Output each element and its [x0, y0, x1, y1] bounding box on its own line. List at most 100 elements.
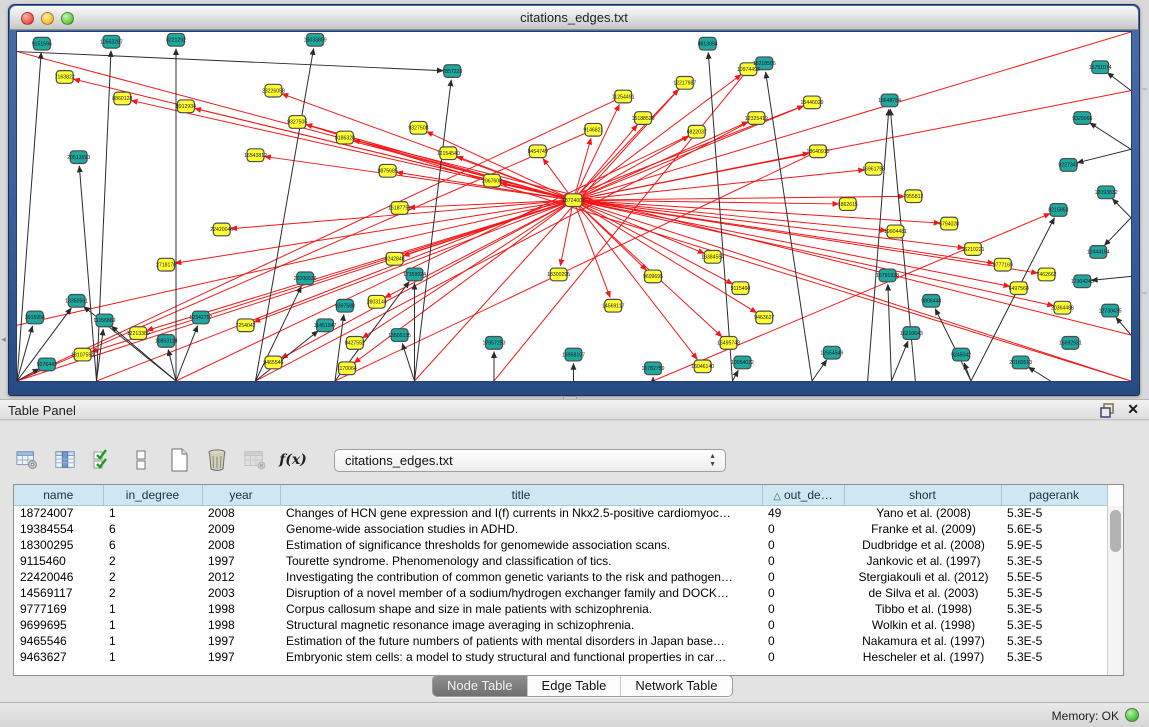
table-cell[interactable]: 5.3E-5 [1001, 553, 1107, 569]
table-row[interactable]: 946362711997Embryonic stem cells: a mode… [14, 649, 1107, 665]
table-cell[interactable]: 5.3E-5 [1001, 505, 1107, 521]
table-cell[interactable]: Dudbridge et al. (2008) [844, 537, 1001, 553]
table-cell[interactable]: 9699695 [14, 617, 103, 633]
table-row[interactable]: 946554611997Estimation of the future num… [14, 633, 1107, 649]
delete-table-icon[interactable] [242, 447, 268, 473]
table-cell[interactable]: 5.3E-5 [1001, 633, 1107, 649]
table-cell[interactable]: 9463627 [14, 649, 103, 665]
network-canvas[interactable]: 1872400771638228860128891293423226058932… [16, 31, 1132, 382]
table-cell[interactable]: 5.3E-5 [1001, 601, 1107, 617]
table-cell[interactable]: Tourette syndrome. Phenomenology and cla… [280, 553, 762, 569]
network-window-titlebar[interactable]: citations_edges.txt [10, 6, 1138, 30]
table-row[interactable]: 1456911722003Disruption of a novel membe… [14, 585, 1107, 601]
table-cell[interactable]: 1 [103, 633, 202, 649]
table-scrollbar[interactable] [1107, 506, 1123, 675]
table-cell[interactable]: 1997 [202, 553, 280, 569]
column-visibility-icon[interactable] [52, 447, 78, 473]
table-row[interactable]: 969969511998Structural magnetic resonanc… [14, 617, 1107, 633]
table-cell[interactable]: 2 [103, 585, 202, 601]
table-cell[interactable]: 0 [762, 521, 844, 537]
collapse-panel-arrow-icon[interactable]: ◂ [0, 333, 7, 345]
column-header-year[interactable]: year [202, 485, 280, 505]
table-cell[interactable]: Estimation of the future numbers of pati… [280, 633, 762, 649]
table-cell[interactable]: 1997 [202, 633, 280, 649]
close-panel-icon[interactable]: ✕ [1127, 401, 1139, 418]
column-header-name[interactable]: name [14, 485, 103, 505]
table-cell[interactable]: Genome-wide association studies in ADHD. [280, 521, 762, 537]
table-cell[interactable]: Structural magnetic resonance image aver… [280, 617, 762, 633]
table-cell[interactable]: 18300295 [14, 537, 103, 553]
table-cell[interactable]: 2009 [202, 521, 280, 537]
table-selector-dropdown[interactable]: citations_edges.txt ▲▼ [334, 449, 726, 472]
table-row[interactable]: 1938455462009Genome-wide association stu… [14, 521, 1107, 537]
table-cell[interactable]: 0 [762, 569, 844, 585]
table-cell[interactable]: 2008 [202, 537, 280, 553]
delete-column-icon[interactable] [204, 447, 230, 473]
table-cell[interactable]: Hescheler et al. (1997) [844, 649, 1001, 665]
table-cell[interactable]: 1997 [202, 649, 280, 665]
column-header-title[interactable]: title [280, 485, 762, 505]
table-cell[interactable]: 9115460 [14, 553, 103, 569]
table-cell[interactable]: Nakamura et al. (1997) [844, 633, 1001, 649]
close-window-button[interactable] [21, 12, 34, 25]
table-cell[interactable]: 22420046 [14, 569, 103, 585]
table-cell[interactable]: de Silva et al. (2003) [844, 585, 1001, 601]
table-cell[interactable]: 14569117 [14, 585, 103, 601]
row-mode-icon[interactable] [128, 447, 154, 473]
table-cell[interactable]: Jankovic et al. (1997) [844, 553, 1001, 569]
scrollbar-thumb[interactable] [1110, 510, 1121, 552]
table-cell[interactable]: 18724007 [14, 505, 103, 521]
table-cell[interactable]: 0 [762, 601, 844, 617]
table-cell[interactable]: 9777169 [14, 601, 103, 617]
table-cell[interactable]: 0 [762, 553, 844, 569]
table-row[interactable]: 911546021997Tourette syndrome. Phenomeno… [14, 553, 1107, 569]
table-cell[interactable]: 19384554 [14, 521, 103, 537]
tab-edge-table[interactable]: Edge Table [527, 676, 621, 696]
column-header-out-degree[interactable]: △out_de… [762, 485, 844, 505]
table-cell[interactable]: Estimation of significance thresholds fo… [280, 537, 762, 553]
table-cell[interactable]: Yano et al. (2008) [844, 505, 1001, 521]
table-cell[interactable]: Franke et al. (2009) [844, 521, 1001, 537]
table-cell[interactable]: Investigating the contribution of common… [280, 569, 762, 585]
table-cell[interactable]: 2 [103, 553, 202, 569]
column-header-short[interactable]: short [844, 485, 1001, 505]
new-column-icon[interactable] [166, 447, 192, 473]
table-row[interactable]: 977716911998Corpus callosum shape and si… [14, 601, 1107, 617]
float-panel-icon[interactable] [1100, 403, 1115, 418]
table-row[interactable]: 2242004622012Investigating the contribut… [14, 569, 1107, 585]
table-cell[interactable]: 5.3E-5 [1001, 585, 1107, 601]
table-cell[interactable]: 6 [103, 537, 202, 553]
table-cell[interactable]: Stergiakouli et al. (2012) [844, 569, 1001, 585]
table-row[interactable]: 1830029562008Estimation of significance … [14, 537, 1107, 553]
table-cell[interactable]: Wolkin et al. (1998) [844, 617, 1001, 633]
table-cell[interactable]: 49 [762, 505, 844, 521]
table-cell[interactable]: Embryonic stem cells: a model to study s… [280, 649, 762, 665]
table-cell[interactable]: 1 [103, 649, 202, 665]
table-cell[interactable]: 0 [762, 633, 844, 649]
table-cell[interactable]: 2003 [202, 585, 280, 601]
table-cell[interactable]: 0 [762, 649, 844, 665]
tab-network-table[interactable]: Network Table [620, 676, 731, 696]
table-cell[interactable]: 5.3E-5 [1001, 649, 1107, 665]
minimize-window-button[interactable] [41, 12, 54, 25]
table-cell[interactable]: 0 [762, 537, 844, 553]
table-cell[interactable]: 2012 [202, 569, 280, 585]
table-cell[interactable]: 5.9E-5 [1001, 537, 1107, 553]
select-all-icon[interactable] [90, 447, 116, 473]
table-cell[interactable]: 9465546 [14, 633, 103, 649]
table-cell[interactable]: 1998 [202, 617, 280, 633]
table-cell[interactable]: 5.6E-5 [1001, 521, 1107, 537]
table-cell[interactable]: Disruption of a novel member of a sodium… [280, 585, 762, 601]
function-builder-icon[interactable]: f(x) [280, 447, 306, 473]
table-cell[interactable]: 2008 [202, 505, 280, 521]
table-cell[interactable]: 1998 [202, 601, 280, 617]
table-cell[interactable]: Tibbo et al. (1998) [844, 601, 1001, 617]
column-header-pagerank[interactable]: pagerank [1001, 485, 1107, 505]
memory-ok-indicator[interactable] [1125, 708, 1139, 722]
table-cell[interactable]: 2 [103, 569, 202, 585]
table-cell[interactable]: 5.3E-5 [1001, 617, 1107, 633]
table-cell[interactable]: Changes of HCN gene expression and I(f) … [280, 505, 762, 521]
table-cell[interactable]: 0 [762, 617, 844, 633]
table-cell[interactable]: 0 [762, 585, 844, 601]
table-cell[interactable]: 1 [103, 601, 202, 617]
